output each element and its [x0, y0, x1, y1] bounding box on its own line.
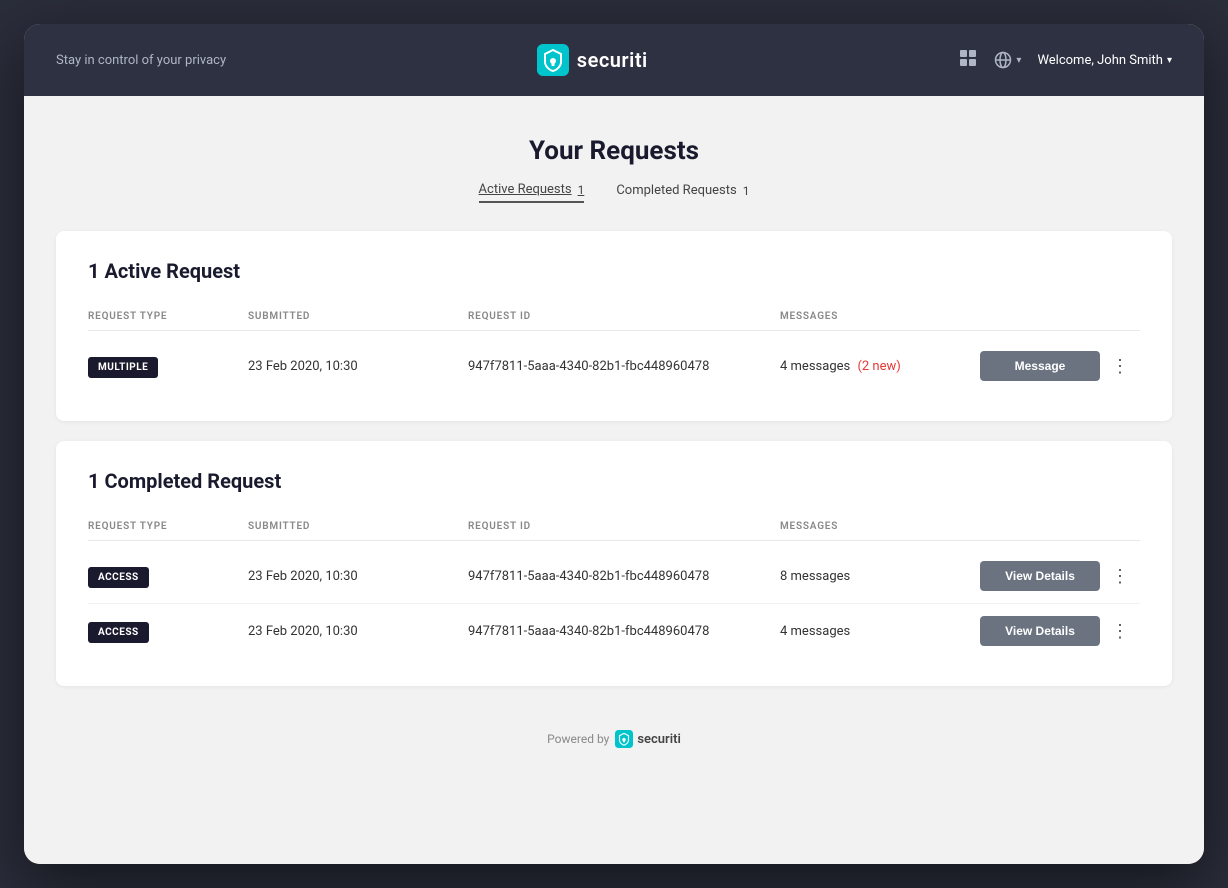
tab-active-label: Active Requests — [479, 182, 572, 197]
comp-submitted-1: 23 Feb 2020, 10:30 — [248, 624, 468, 639]
message-button[interactable]: Message — [980, 351, 1100, 381]
comp-col-messages: MESSAGES — [780, 521, 980, 532]
page-title: Your Requests — [56, 136, 1172, 166]
footer: Powered by securiti — [56, 706, 1172, 756]
active-table-header: REQUEST TYPE SUBMITTED REQUEST ID MESSAG… — [88, 303, 1140, 331]
comp-request-type-badge-0: ACCESS — [88, 567, 149, 588]
grid-icon[interactable] — [958, 48, 978, 73]
tab-completed-requests[interactable]: Completed Requests 1 — [616, 182, 749, 203]
message-count: 4 messages — [780, 359, 850, 374]
comp-col-request-id: REQUEST ID — [468, 521, 780, 532]
request-type-badge: MULTIPLE — [88, 357, 158, 378]
view-details-button-1[interactable]: View Details — [980, 616, 1100, 646]
table-row: MULTIPLE 23 Feb 2020, 10:30 947f7811-5aa… — [88, 339, 1140, 393]
comp-col-more — [1100, 521, 1140, 532]
table-row: ACCESS 23 Feb 2020, 10:30 947f7811-5aaa-… — [88, 549, 1140, 604]
securiti-logo-icon — [537, 44, 569, 76]
table-row: ACCESS 23 Feb 2020, 10:30 947f7811-5aaa-… — [88, 604, 1140, 658]
comp-request-id-1: 947f7811-5aaa-4340-82b1-fbc448960478 — [468, 624, 780, 639]
col-request-id: REQUEST ID — [468, 311, 780, 322]
tab-active-requests[interactable]: Active Requests 1 — [479, 182, 585, 203]
col-submitted: SUBMITTED — [248, 311, 468, 322]
comp-more-icon-1[interactable]: ⋮ — [1100, 621, 1140, 642]
lang-chevron: ▾ — [1016, 55, 1021, 66]
tab-completed-count: 1 — [743, 184, 750, 198]
comp-col-action — [980, 521, 1100, 532]
footer-logo-icon — [615, 730, 633, 748]
active-requests-card: 1 Active Request REQUEST TYPE SUBMITTED … — [56, 231, 1172, 421]
tab-active-count: 1 — [578, 183, 585, 197]
new-messages-badge: (2 new) — [857, 359, 900, 374]
comp-messages-0: 8 messages — [780, 569, 980, 584]
header: Stay in control of your privacy securiti — [24, 24, 1204, 96]
col-action — [980, 311, 1100, 322]
request-id: 947f7811-5aaa-4340-82b1-fbc448960478 — [468, 359, 780, 374]
tabs-container: Active Requests 1 Completed Requests 1 — [56, 182, 1172, 203]
comp-col-submitted: SUBMITTED — [248, 521, 468, 532]
badge-cell: MULTIPLE — [88, 355, 248, 378]
logo-container: securiti — [537, 44, 648, 76]
header-right: ▾ Welcome, John Smith ▾ — [958, 48, 1172, 73]
tab-completed-label: Completed Requests — [616, 183, 736, 198]
comp-badge-cell-1: ACCESS — [88, 620, 248, 643]
more-options-icon[interactable]: ⋮ — [1100, 356, 1140, 377]
logo-text: securiti — [577, 48, 648, 72]
comp-badge-cell-0: ACCESS — [88, 565, 248, 588]
col-request-type: REQUEST TYPE — [88, 311, 248, 322]
col-more — [1100, 311, 1140, 322]
view-details-button-0[interactable]: View Details — [980, 561, 1100, 591]
comp-request-id-0: 947f7811-5aaa-4340-82b1-fbc448960478 — [468, 569, 780, 584]
footer-logo: securiti — [615, 730, 681, 748]
messages-cell: 4 messages (2 new) — [780, 359, 980, 374]
powered-by-text: Powered by — [547, 732, 609, 746]
user-chevron-icon: ▾ — [1167, 55, 1172, 66]
comp-submitted-0: 23 Feb 2020, 10:30 — [248, 569, 468, 584]
user-menu[interactable]: Welcome, John Smith ▾ — [1037, 53, 1172, 68]
footer-logo-text: securiti — [637, 732, 681, 747]
completed-requests-card: 1 Completed Request REQUEST TYPE SUBMITT… — [56, 441, 1172, 686]
main-content: Your Requests Active Requests 1 Complete… — [24, 96, 1204, 864]
comp-messages-1: 4 messages — [780, 624, 980, 639]
completed-table-header: REQUEST TYPE SUBMITTED REQUEST ID MESSAG… — [88, 513, 1140, 541]
language-selector[interactable]: ▾ — [994, 51, 1021, 69]
user-greeting-text: Welcome, John Smith — [1037, 53, 1163, 68]
active-requests-title: 1 Active Request — [88, 259, 1140, 283]
comp-more-icon-0[interactable]: ⋮ — [1100, 566, 1140, 587]
comp-col-request-type: REQUEST TYPE — [88, 521, 248, 532]
header-tagline: Stay in control of your privacy — [56, 53, 226, 68]
completed-requests-title: 1 Completed Request — [88, 469, 1140, 493]
browser-frame: Stay in control of your privacy securiti — [24, 24, 1204, 864]
comp-request-type-badge-1: ACCESS — [88, 622, 149, 643]
col-messages: MESSAGES — [780, 311, 980, 322]
submitted-date: 23 Feb 2020, 10:30 — [248, 359, 468, 374]
